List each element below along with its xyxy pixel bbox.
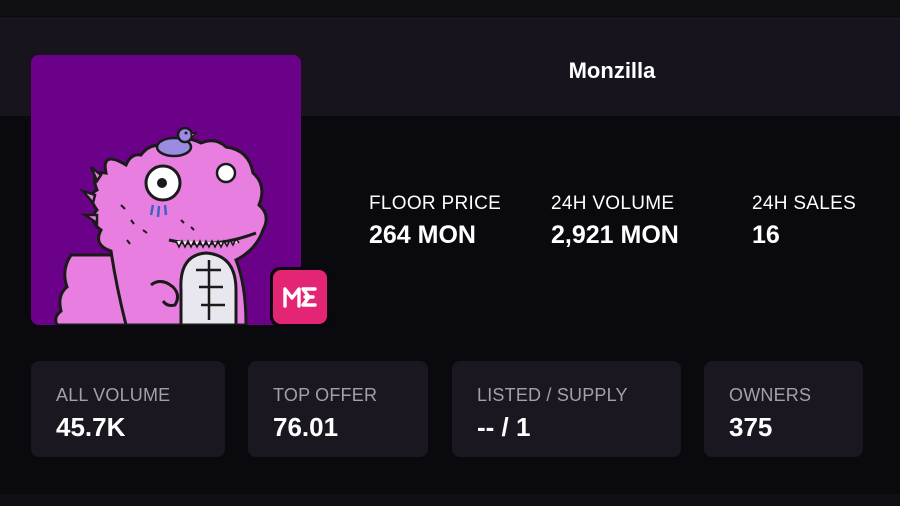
top-bar: [0, 0, 900, 18]
listed-supply-card: LISTED / SUPPLY -- / 1: [452, 361, 681, 457]
sales-24h-stat: 24H SALES 16: [752, 193, 856, 250]
volume-24h-stat: 24H VOLUME 2,921 MON: [551, 193, 679, 250]
listed-supply-label: LISTED / SUPPLY: [477, 385, 628, 405]
collection-title: Monzilla: [568, 58, 656, 83]
floor-price-value: 264 MON: [369, 221, 476, 249]
all-volume-card: ALL VOLUME 45.7K: [31, 361, 225, 457]
top-offer-card: TOP OFFER 76.01: [248, 361, 428, 457]
bottom-bar: [0, 494, 900, 506]
collection-artwork[interactable]: [31, 55, 301, 325]
owners-card: OWNERS 375: [704, 361, 863, 457]
floor-price-stat: FLOOR PRICE 264 MON: [369, 193, 501, 250]
sales-24h-value: 16: [752, 221, 780, 249]
top-offer-value: 76.01: [273, 412, 339, 442]
volume-24h-label: 24H VOLUME: [551, 193, 675, 214]
all-volume-label: ALL VOLUME: [56, 385, 171, 405]
magic-eden-logo-icon[interactable]: [270, 267, 330, 327]
owners-value: 375: [729, 412, 773, 442]
top-offer-label: TOP OFFER: [273, 385, 378, 405]
collection-stats-panel: Monzilla FLOOR PRICE 264 MON 24H VOLUME …: [0, 0, 900, 506]
floor-price-label: FLOOR PRICE: [369, 193, 502, 214]
volume-24h-value: 2,921 MON: [551, 221, 679, 249]
sales-24h-label: 24H SALES: [752, 193, 857, 214]
owners-label: OWNERS: [729, 385, 812, 405]
listed-supply-value: -- / 1: [477, 412, 531, 442]
all-volume-value: 45.7K: [56, 412, 126, 442]
